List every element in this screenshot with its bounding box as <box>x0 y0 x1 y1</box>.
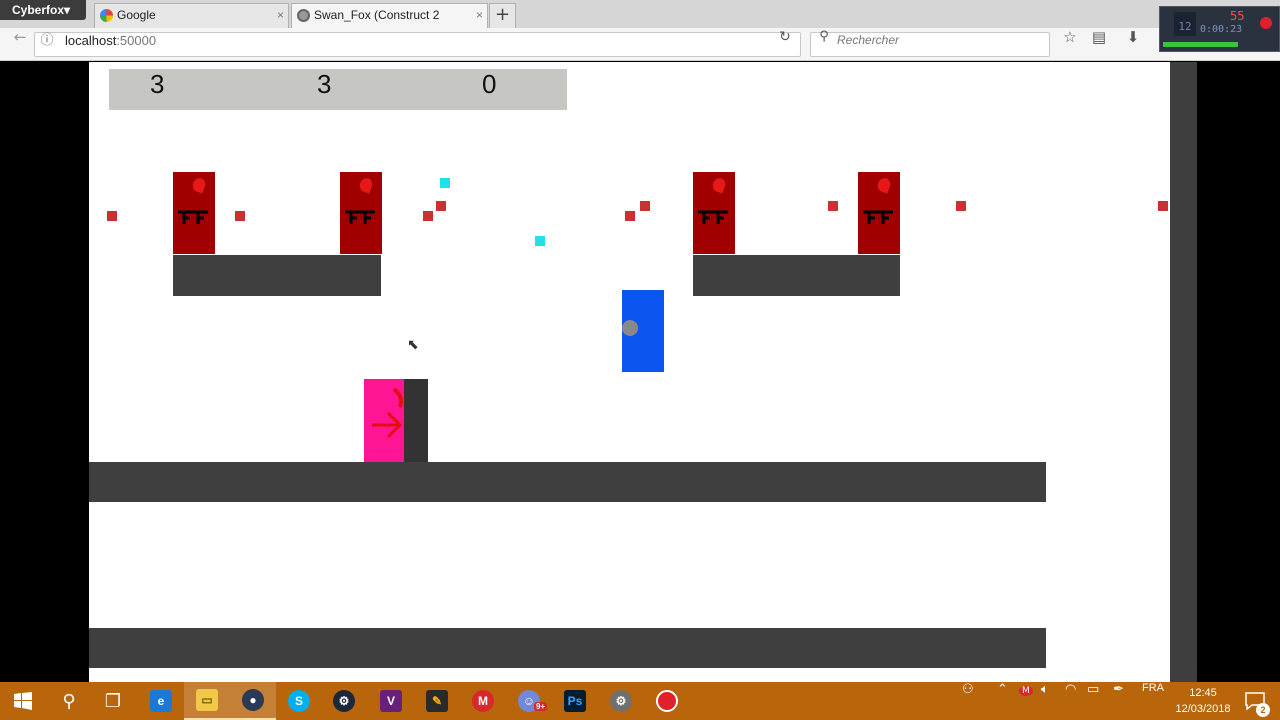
close-tab-icon[interactable]: × <box>277 4 284 27</box>
hud-value-1: 3 <box>150 69 165 99</box>
arrow-right-icon <box>372 387 404 439</box>
pen-tool-icon[interactable]: ✎ <box>414 682 460 720</box>
cyberfox-icon[interactable]: ● <box>230 682 276 720</box>
flame-icon <box>357 176 375 194</box>
discord-icon[interactable]: ☺ 9+ <box>506 682 552 720</box>
settings-gear-icon[interactable]: ⚙ <box>598 682 644 720</box>
red-pickup <box>107 211 117 221</box>
enemy-sprite <box>858 172 900 254</box>
info-icon[interactable]: ⓘ <box>39 29 55 62</box>
search-icon: ⚲ <box>819 29 829 44</box>
mega-icon[interactable]: M <box>460 682 506 720</box>
recorder-level-bar <box>1163 42 1238 47</box>
search-input[interactable]: Rechercher <box>837 33 899 47</box>
game-canvas[interactable]: 3 3 0 ⬉ <box>89 62 1170 682</box>
player-shadow <box>404 379 428 462</box>
red-pickup <box>235 211 245 221</box>
recorder-counter: 55 <box>1230 9 1245 23</box>
chevron-up-icon[interactable]: ⌃ <box>997 682 1008 720</box>
windows-start-icon[interactable] <box>0 682 46 720</box>
search-icon[interactable]: ⚲ <box>46 682 92 720</box>
red-pickup <box>436 201 446 211</box>
back-arrow-icon[interactable]: ← <box>8 28 32 61</box>
enemy-face-icon <box>178 210 208 224</box>
enemy-face-icon <box>863 210 893 224</box>
people-icon[interactable]: ⚇ <box>962 682 974 720</box>
record-icon[interactable] <box>1260 17 1272 29</box>
recorder-icon[interactable] <box>644 682 690 720</box>
photoshop-icon[interactable]: Ps <box>552 682 598 720</box>
dropdown-arrow-icon: ▾ <box>64 3 71 17</box>
reading-list-icon[interactable]: ▤ <box>1088 28 1110 61</box>
browser-menu-label: Cyberfox <box>12 3 65 17</box>
platform-middle <box>89 462 1046 502</box>
page-favicon-icon <box>297 9 310 22</box>
hud-value-3: 0 <box>482 69 497 99</box>
url-text: localhost:50000 <box>65 33 156 48</box>
google-favicon-icon <box>100 9 113 22</box>
download-icon[interactable]: ⬇ <box>1122 28 1144 61</box>
score-hud: 3 3 0 <box>109 69 567 110</box>
cyan-pickup <box>440 178 450 188</box>
volume-icon[interactable]: 🔈︎ <box>1041 682 1049 720</box>
clock-date: 12/03/2018 <box>1175 703 1231 715</box>
mouse-cursor-icon: ⬉ <box>407 337 419 353</box>
enemy-face-icon <box>698 210 728 224</box>
close-tab-icon[interactable]: × <box>476 4 483 27</box>
notification-badge: 2 <box>1256 703 1270 717</box>
clock-time: 12:45 <box>1189 687 1217 699</box>
pen-icon[interactable]: ✒ <box>1113 682 1124 720</box>
edge-icon[interactable]: e <box>138 682 184 720</box>
red-pickup <box>828 201 838 211</box>
enemy-sprite <box>340 172 382 254</box>
red-pickup <box>956 201 966 211</box>
flame-icon <box>875 176 893 194</box>
visual-studio-icon[interactable]: V <box>368 682 414 720</box>
platform-upper-right <box>693 255 900 296</box>
system-clock[interactable]: 12:45 12/03/2018 <box>1172 685 1234 717</box>
browser-menu-button[interactable]: Cyberfox▾ <box>0 0 86 20</box>
enemy-sprite <box>173 172 215 254</box>
wifi-icon[interactable]: ◠ <box>1065 682 1076 720</box>
mega-tray-icon[interactable]: M <box>1019 682 1033 720</box>
flame-icon <box>710 176 728 194</box>
cyan-pickup <box>535 236 545 246</box>
url-port: :50000 <box>116 33 157 48</box>
red-pickup <box>640 201 650 211</box>
url-host: localhost <box>65 33 117 48</box>
tab-title: Google <box>117 8 156 22</box>
discord-badge: 9+ <box>534 702 548 711</box>
tab-google[interactable]: Google × <box>94 3 289 28</box>
game-side-wall <box>1170 62 1197 682</box>
tab-swan-fox[interactable]: Swan_Fox (Construct 2 preview) × <box>291 3 488 45</box>
tab-bar: Cyberfox▾ Google × Swan_Fox (Construct 2… <box>0 0 1280 45</box>
platform-upper-left <box>173 255 381 296</box>
reload-icon[interactable]: ↻ <box>775 29 795 62</box>
steam-icon[interactable]: ⚙ <box>321 682 367 720</box>
task-view-icon[interactable]: ❐ <box>90 682 136 720</box>
platform-bottom <box>89 628 1046 668</box>
hud-value-2: 3 <box>317 69 332 99</box>
file-explorer-icon[interactable]: ▭ <box>184 682 230 720</box>
url-bar[interactable]: ⓘ localhost:50000 ↻ <box>34 29 801 57</box>
skype-icon[interactable]: S <box>276 682 322 720</box>
red-pickup <box>1158 201 1168 211</box>
player-sprite <box>364 379 406 462</box>
enemy-face-icon <box>345 210 375 224</box>
red-pickup <box>423 211 433 221</box>
language-indicator[interactable]: FRA <box>1142 682 1164 720</box>
door-knob <box>622 320 638 336</box>
search-bar[interactable]: ⚲ Rechercher <box>810 29 1050 57</box>
recorder-fps: 12 <box>1174 12 1196 36</box>
new-tab-button[interactable]: + <box>489 3 516 28</box>
enemy-sprite <box>693 172 735 254</box>
windows-taskbar: ⚲ ❐ e ▭ ● S ⚙ V ✎ M ☺ 9+ Ps ⚙ ⚇ ⌃ M 🔈︎ ◠… <box>0 682 1280 720</box>
recorder-elapsed: 0:00:23 <box>1200 24 1243 35</box>
flame-icon <box>190 176 208 194</box>
battery-icon[interactable]: ▭ <box>1087 682 1099 720</box>
bookmark-star-icon[interactable]: ☆ <box>1059 28 1081 61</box>
blue-door <box>622 290 664 372</box>
red-pickup <box>625 211 635 221</box>
navigation-bar: ← ⓘ localhost:50000 ↻ ⚲ Rechercher ☆ ▤ ⬇ <box>0 28 1280 61</box>
